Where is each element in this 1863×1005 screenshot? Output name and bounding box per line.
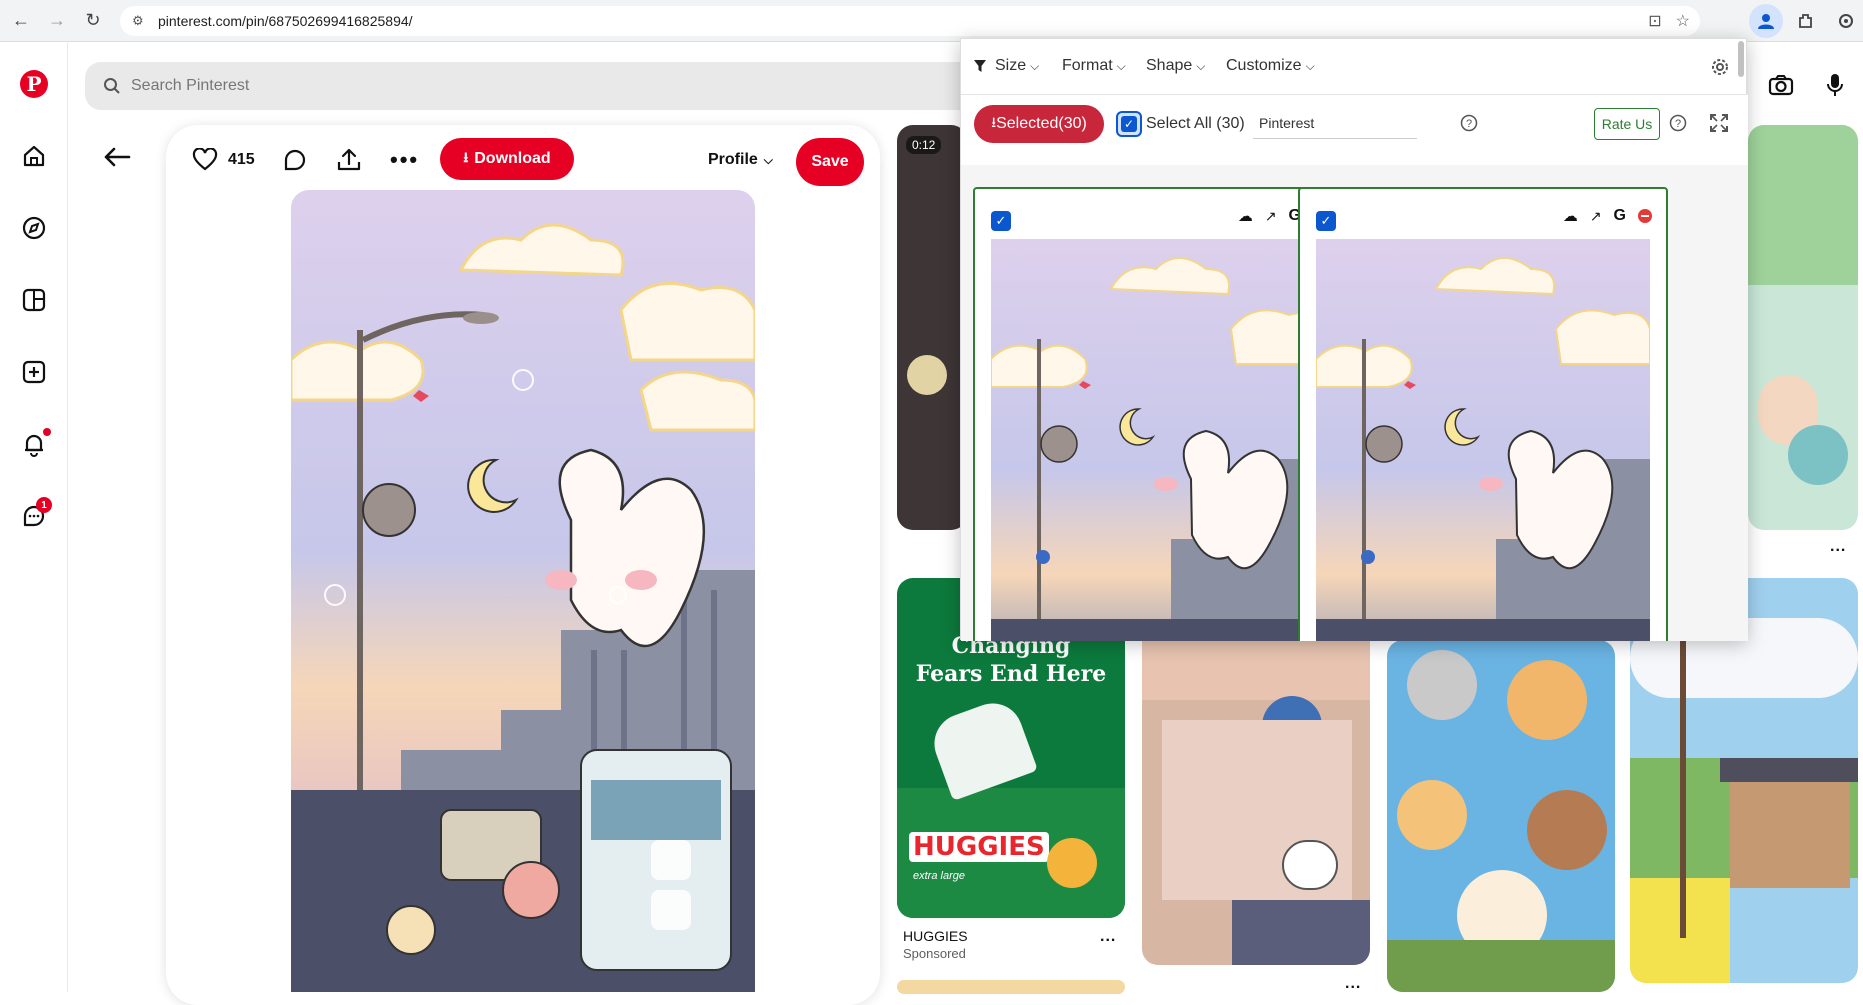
camera-search-icon[interactable] bbox=[1766, 70, 1796, 100]
cloud-download-icon-2[interactable]: ☁ bbox=[1563, 207, 1578, 225]
chevron-down-icon: ⌵ bbox=[1030, 58, 1040, 73]
back-arrow-button[interactable] bbox=[100, 140, 134, 174]
heart-icon bbox=[192, 148, 218, 171]
create-plus-icon[interactable] bbox=[17, 355, 51, 389]
ad-title[interactable]: HUGGIES bbox=[903, 928, 968, 944]
rate-us-button[interactable]: Rate Us bbox=[1594, 108, 1660, 140]
image-grid: ✓ ☁ ↗ G ✓ ☁ ↗ G bbox=[961, 165, 1748, 641]
bookmark-star-icon[interactable]: ☆ bbox=[1676, 11, 1690, 31]
ad-headline-3: Fears End Here bbox=[915, 661, 1107, 687]
chevron-down-icon: ⌵ bbox=[1305, 58, 1315, 73]
image-card-2[interactable]: ✓ ☁ ↗ G bbox=[1298, 187, 1668, 641]
select-all-label: Select All (30) bbox=[1146, 115, 1245, 132]
ad-brand-sub: extra large bbox=[913, 870, 965, 882]
cats-pin-tile[interactable] bbox=[1387, 640, 1615, 992]
remove-icon-2[interactable] bbox=[1638, 209, 1652, 223]
checkmark-icon: ✓ bbox=[1121, 116, 1137, 132]
url-text: pinterest.com/pin/687502699416825894/ bbox=[158, 13, 413, 29]
site-info-icon[interactable]: ⚙ bbox=[132, 13, 148, 29]
reload-icon[interactable]: ↻ bbox=[78, 6, 108, 36]
size-menu[interactable]: Size ⌵ bbox=[973, 57, 1039, 75]
comment-button[interactable] bbox=[282, 138, 308, 182]
browser-toolbar: ← → ↻ ⚙ pinterest.com/pin/68750269941682… bbox=[0, 0, 1863, 42]
address-bar[interactable]: ⚙ pinterest.com/pin/687502699416825894/ … bbox=[120, 6, 1700, 36]
ad-sponsored-label: Sponsored bbox=[903, 946, 966, 961]
open-external-icon-2[interactable]: ↗ bbox=[1590, 208, 1602, 225]
pinterest-logo-icon[interactable]: P bbox=[20, 70, 48, 98]
help-icon[interactable]: ? bbox=[1460, 114, 1478, 137]
download-arrow-icon: ⭳ bbox=[463, 149, 469, 165]
arrow-left-icon bbox=[104, 147, 131, 167]
search-icon bbox=[104, 78, 120, 94]
site-filter-input[interactable] bbox=[1253, 107, 1417, 139]
messages-badge: 1 bbox=[36, 497, 52, 513]
share-upload-icon bbox=[337, 148, 361, 171]
profile-sync-icon[interactable] bbox=[1829, 4, 1863, 38]
popup-filter-bar: Size ⌵ Format ⌵ Shape ⌵ Customize ⌵ bbox=[961, 39, 1748, 95]
ad-brand-art: HUGGIES bbox=[909, 832, 1049, 862]
like-count: 415 bbox=[228, 151, 255, 168]
expand-fullscreen-icon[interactable] bbox=[1709, 113, 1729, 138]
save-button[interactable]: Save bbox=[796, 138, 864, 186]
cloud-download-icon[interactable]: ☁ bbox=[1238, 207, 1253, 225]
chevron-down-icon: ⌵ bbox=[1116, 58, 1126, 73]
image-downloader-popup: Size ⌵ Format ⌵ Shape ⌵ Customize ⌵ ⭳ Se… bbox=[960, 38, 1748, 641]
customize-menu-label: Customize bbox=[1226, 57, 1302, 74]
hello-kitty-town-pin-tile[interactable] bbox=[1142, 600, 1370, 965]
video-pin-tile[interactable]: 0:12 bbox=[897, 125, 967, 530]
profile-label: Profile bbox=[708, 151, 758, 168]
forward-icon[interactable]: → bbox=[42, 6, 72, 36]
size-menu-label: Size bbox=[995, 57, 1027, 74]
video-duration: 0:12 bbox=[906, 136, 942, 154]
svg-text:?: ? bbox=[1675, 118, 1681, 130]
popup-scrollbar[interactable] bbox=[1738, 41, 1744, 77]
image-select-checkbox[interactable]: ✓ bbox=[991, 211, 1011, 231]
more-options-icon[interactable]: ••• bbox=[390, 138, 419, 182]
format-menu-label: Format bbox=[1062, 57, 1113, 74]
boards-icon[interactable] bbox=[17, 283, 51, 317]
back-icon[interactable]: ← bbox=[6, 6, 36, 36]
download-button[interactable]: ⭳ Download bbox=[440, 138, 574, 180]
image-downloader-extension-icon[interactable] bbox=[1749, 4, 1783, 38]
explore-compass-icon[interactable] bbox=[17, 211, 51, 245]
filter-funnel-icon bbox=[974, 60, 986, 72]
download-label: Download bbox=[474, 150, 551, 167]
notification-dot bbox=[43, 428, 51, 436]
image-card[interactable]: ✓ ☁ ↗ G bbox=[973, 187, 1343, 641]
open-external-icon[interactable]: ↗ bbox=[1265, 208, 1277, 225]
help-icon-2[interactable]: ? bbox=[1669, 114, 1687, 137]
customize-menu[interactable]: Customize ⌵ bbox=[1226, 57, 1315, 75]
pin-more-options-icon-2[interactable]: ... bbox=[1345, 975, 1361, 993]
profile-dropdown[interactable]: Profile ⌵ bbox=[708, 138, 773, 182]
extensions-puzzle-icon[interactable] bbox=[1789, 4, 1823, 38]
chevron-down-icon: ⌵ bbox=[763, 152, 773, 167]
search-tools bbox=[1766, 70, 1850, 100]
cartoon-room-pin-tile[interactable] bbox=[1748, 125, 1858, 530]
shape-menu-label: Shape bbox=[1146, 57, 1193, 74]
microphone-icon[interactable] bbox=[1820, 70, 1850, 100]
settings-gear-icon[interactable] bbox=[1709, 56, 1731, 83]
image-select-checkbox-2[interactable]: ✓ bbox=[1316, 211, 1336, 231]
svg-text:?: ? bbox=[1466, 118, 1472, 130]
download-selected-button[interactable]: ⭳ Selected(30) bbox=[974, 105, 1104, 143]
image-thumbnail-2[interactable] bbox=[1316, 239, 1650, 641]
pin-main-image[interactable] bbox=[291, 190, 755, 992]
install-app-icon[interactable]: ⊡ bbox=[1648, 11, 1661, 31]
pin-action-bar: 415 ••• ⭳ Download Profile ⌵ Save bbox=[190, 138, 870, 186]
ad-more-options-icon[interactable]: ... bbox=[1100, 928, 1116, 946]
shape-menu[interactable]: Shape ⌵ bbox=[1146, 57, 1205, 75]
home-icon[interactable] bbox=[17, 139, 51, 173]
like-button[interactable]: 415 bbox=[192, 138, 255, 182]
selected-count-label: Selected(30) bbox=[996, 115, 1087, 132]
chevron-down-icon: ⌵ bbox=[1196, 58, 1206, 73]
search-placeholder: Search Pinterest bbox=[131, 77, 250, 94]
pin-more-options-icon[interactable]: ... bbox=[1830, 538, 1846, 556]
image-thumbnail[interactable] bbox=[991, 239, 1325, 641]
pinterest-sidebar: P 1 bbox=[0, 43, 68, 992]
select-all-checkbox[interactable]: ✓ bbox=[1116, 111, 1142, 137]
share-button[interactable] bbox=[336, 138, 362, 182]
format-menu[interactable]: Format ⌵ bbox=[1062, 57, 1126, 75]
google-search-icon-2[interactable]: G bbox=[1614, 207, 1626, 225]
comment-bubble-icon bbox=[284, 149, 306, 171]
